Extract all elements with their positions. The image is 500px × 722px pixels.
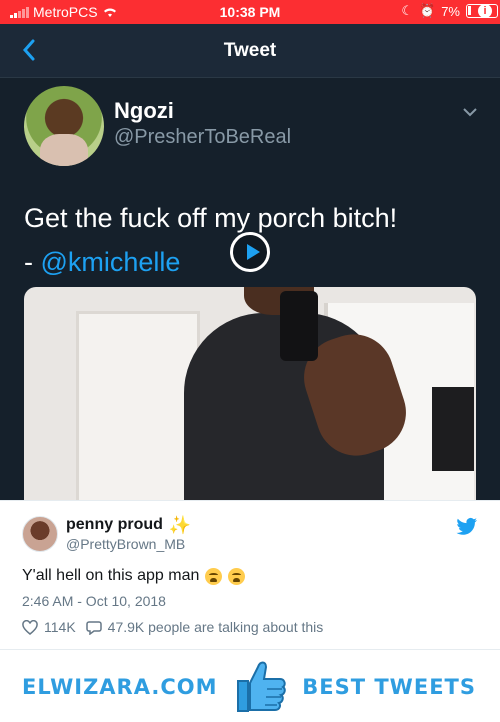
tagline-label: BEST TWEETS <box>302 675 476 699</box>
card-author-handle[interactable]: @PrettyBrown_MB <box>66 536 185 552</box>
comment-icon[interactable] <box>85 620 102 635</box>
status-bar: MetroPCS 10:38 PM ☾ ⏰ 7% i <box>0 0 500 24</box>
tweet-mention-line: - @kmichelle <box>24 240 397 284</box>
card-stats: 114K 47.9K people are talking about this <box>22 619 323 635</box>
divider <box>0 649 500 650</box>
tweet-text-line: Get the fuck off my porch bitch! <box>24 203 398 233</box>
sparkles-icon: ✨ <box>168 515 192 535</box>
tweet-card: penny proud ✨ @PrettyBrown_MB Y'all hell… <box>0 500 500 650</box>
talking-count[interactable]: 47.9K people are talking about this <box>108 619 324 635</box>
nav-bar: Tweet <box>0 24 500 78</box>
play-icon <box>247 244 260 260</box>
avatar[interactable] <box>24 86 104 166</box>
brand-label: ELWIZARA.COM <box>22 675 218 699</box>
weary-face-icon <box>228 567 246 585</box>
heart-icon[interactable] <box>22 619 38 635</box>
battery-icon <box>466 4 498 18</box>
card-author-name: penny proud <box>66 516 163 533</box>
battery-percent: 7% <box>441 3 460 19</box>
play-button[interactable] <box>230 232 270 272</box>
mention-link[interactable]: @kmichelle <box>41 247 181 277</box>
chevron-down-icon[interactable] <box>462 104 478 120</box>
card-text-body: Y'all hell on this app man <box>22 567 200 584</box>
author-name[interactable]: Ngozi <box>114 98 174 124</box>
weary-face-icon <box>205 567 223 585</box>
moon-icon: ☾ <box>401 3 414 18</box>
avatar[interactable] <box>22 516 58 552</box>
twitter-bird-icon[interactable] <box>456 517 478 537</box>
nav-title: Tweet <box>223 40 277 61</box>
watermark-footer: ELWIZARA.COM BEST TWEETS <box>0 651 500 722</box>
alarm-icon: ⏰ <box>419 3 436 18</box>
phone-screenshot: MetroPCS 10:38 PM ☾ ⏰ 7% i Tweet Ngozi @… <box>0 0 500 500</box>
card-author[interactable]: penny proud ✨ <box>66 516 191 534</box>
card-text: Y'all hell on this app man <box>22 567 246 585</box>
status-right: ☾ ⏰ 7% i <box>401 3 498 19</box>
media-door <box>76 311 200 500</box>
likes-count: 114K <box>44 619 76 635</box>
tweet-media[interactable] <box>24 287 476 500</box>
card-timestamp[interactable]: 2:46 AM - Oct 10, 2018 <box>22 593 166 609</box>
media-phone <box>280 291 318 361</box>
author-handle[interactable]: @PresherToBeReal <box>114 126 291 149</box>
dash-text: - <box>24 247 41 277</box>
media-tv <box>432 387 474 471</box>
thumbs-up-icon <box>237 661 286 712</box>
tweet-text: Get the fuck off my porch bitch! - @kmic… <box>24 196 397 284</box>
